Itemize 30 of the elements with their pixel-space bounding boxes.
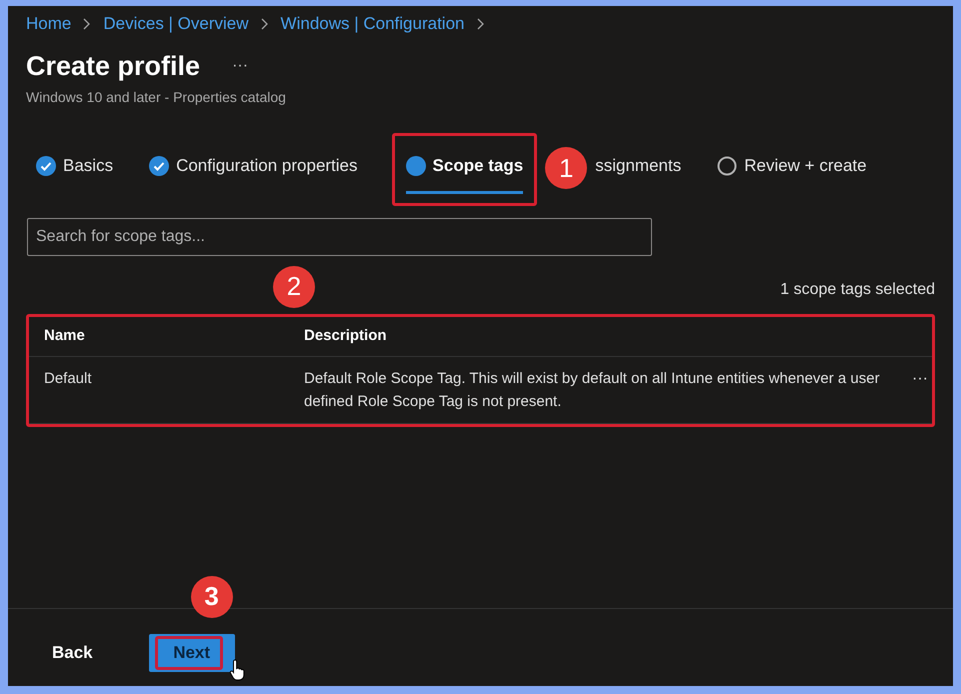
status-dot-icon bbox=[406, 156, 426, 176]
search-field[interactable]: Search for scope tags... bbox=[27, 218, 652, 256]
page-subtitle: Windows 10 and later - Properties catalog bbox=[25, 88, 287, 107]
page-title: Create profile bbox=[26, 50, 200, 83]
more-button[interactable]: ··· bbox=[232, 54, 248, 78]
callout-number: 2 bbox=[273, 266, 315, 308]
breadcrumb-link[interactable]: Windows | Configuration bbox=[280, 11, 464, 37]
breadcrumb-link[interactable]: Home bbox=[26, 11, 72, 37]
wizard-step-tab[interactable]: Scope tags bbox=[406, 153, 524, 194]
wizard-step-tab[interactable]: Review + create bbox=[717, 153, 867, 194]
check-icon bbox=[36, 156, 56, 176]
breadcrumb-link[interactable]: Devices | Overview bbox=[103, 11, 249, 37]
back-button[interactable]: Back bbox=[34, 634, 111, 672]
highlight-frame bbox=[154, 636, 223, 670]
chevron-icon bbox=[476, 18, 484, 30]
callout-number: 3 bbox=[190, 576, 233, 618]
row-menu-button[interactable]: ··· bbox=[912, 366, 928, 390]
table-cell-text: Default bbox=[43, 368, 93, 388]
table-cell-text: Default Role Scope Tag. This will exist by default on all Intune entities whenever a user defined Role Scope Tag is not present. bbox=[304, 368, 881, 412]
selection-count: 1 scope tags selected bbox=[780, 280, 935, 298]
callout-number: 1 bbox=[545, 147, 588, 189]
column-header: Description bbox=[304, 326, 387, 346]
empty-circle-icon bbox=[717, 156, 738, 176]
wizard-step-tab[interactable]: Configuration properties bbox=[149, 153, 358, 194]
chevron-icon bbox=[83, 18, 92, 30]
chevron-icon bbox=[260, 18, 269, 30]
wizard-step-tab[interactable]: Basics bbox=[36, 153, 114, 194]
column-header: Name bbox=[43, 326, 86, 346]
check-icon bbox=[149, 156, 170, 176]
wizard-step-tab[interactable]: ssignments bbox=[595, 153, 682, 194]
